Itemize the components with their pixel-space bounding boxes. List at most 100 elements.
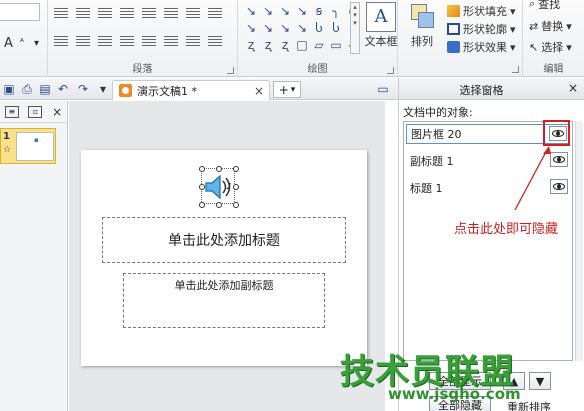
select-arrow-icon: ↖	[529, 40, 539, 54]
resize-handle-nw[interactable]	[199, 166, 205, 172]
bullet-list-button[interactable]	[52, 6, 70, 22]
objects-on-slide-label: 文档中的对象:	[403, 106, 473, 119]
shape-option[interactable]: ↘	[243, 20, 259, 37]
grow-font-button[interactable]: A	[4, 36, 13, 51]
customize-quick-access-icon[interactable]: ▾	[96, 82, 110, 96]
shape-option[interactable]: ↘	[294, 20, 310, 37]
shape-option[interactable]: ↘	[294, 3, 310, 20]
slide-thumbnail-1[interactable]: 1 ☆ ▪	[0, 128, 56, 164]
shape-option[interactable]: ▱	[311, 37, 327, 54]
distribute-button[interactable]	[140, 34, 158, 50]
textbox-button[interactable]: A 文本框	[364, 0, 398, 49]
align-left-button[interactable]	[52, 34, 70, 50]
slide-number: 1	[3, 131, 10, 142]
shape-effect-label: 形状效果	[463, 41, 507, 54]
shrink-font-button[interactable]: ᴬ	[20, 38, 24, 48]
shape-outline-button[interactable]: 形状轮廓 ▾	[447, 21, 516, 37]
text-direction-button[interactable]	[162, 6, 180, 22]
title-placeholder[interactable]: 单击此处添加标题	[102, 217, 346, 263]
font-size-combo[interactable]	[0, 3, 40, 21]
restore-window-icon[interactable]: ▭	[376, 82, 390, 96]
plus-icon: +	[278, 82, 289, 97]
replace-icon: ⇄	[529, 19, 539, 33]
undo-icon[interactable]: ↶	[56, 82, 70, 96]
shape-option[interactable]: □	[294, 37, 310, 54]
shape-fill-button[interactable]: 形状填充 ▾	[447, 3, 516, 19]
select-label: 选择	[541, 41, 564, 54]
selection-pane-title: 选择窗格	[459, 84, 504, 97]
document-tab-close-icon[interactable]: ×	[254, 84, 264, 98]
slide-thumbnail-preview: ▪	[16, 132, 54, 161]
shape-option[interactable]: ʐ	[243, 37, 259, 54]
redo-icon[interactable]: ↷	[76, 82, 90, 96]
paragraph-settings-icon	[208, 8, 222, 20]
columns-button[interactable]	[184, 6, 202, 22]
shape-option[interactable]: ▭	[328, 37, 344, 54]
slide-panel-close-icon[interactable]: ×	[52, 105, 62, 119]
replace-button[interactable]: ⇄ 替换 ▾	[529, 18, 572, 34]
resize-handle-se[interactable]	[233, 202, 239, 208]
numbered-list-icon	[76, 8, 90, 20]
find-label: 查找	[538, 0, 561, 11]
drawing-group-label: 绘图	[307, 64, 328, 75]
slides-tab-icon[interactable]: ▫	[28, 105, 43, 118]
font-color-dropdown-icon[interactable]: ▾	[34, 38, 39, 49]
vertical-align-button[interactable]	[162, 34, 180, 50]
save-icon[interactable]: ▣	[2, 82, 16, 96]
print-preview-icon[interactable]: ▤	[38, 82, 52, 96]
shape-option[interactable]: ╮	[328, 3, 344, 20]
svg-text:♪: ♪	[226, 182, 232, 192]
select-dropdown-icon: ▾	[566, 40, 572, 54]
shape-gallery-scroll[interactable]: ▴ ▾ ▾	[350, 2, 360, 54]
increase-indent-icon	[120, 8, 134, 20]
arrange-button[interactable]: 排列	[404, 0, 440, 49]
smartart-convert-button[interactable]	[184, 34, 202, 50]
align-center-button[interactable]	[74, 34, 92, 50]
slide[interactable]: ♪ 单击此处添加标题 单击此处添加副标题	[81, 150, 367, 366]
shape-option[interactable]: ↘	[277, 3, 293, 20]
outline-tab-icon[interactable]: ≡	[4, 105, 19, 118]
shape-option[interactable]: ↘	[260, 3, 276, 20]
resize-handle-sw[interactable]	[199, 202, 205, 208]
document-tab[interactable]: 演示文稿1 * ×	[112, 80, 270, 100]
shape-option[interactable]: ʐ	[277, 37, 293, 54]
resize-handle-ne[interactable]	[233, 166, 239, 172]
print-icon[interactable]: ⎙	[20, 82, 34, 96]
audio-object-selection[interactable]: ♪	[199, 166, 239, 208]
drawing-dialog-launcher[interactable]	[387, 67, 394, 74]
line-spacing-button[interactable]	[140, 6, 158, 22]
shape-option[interactable]: ↘	[260, 20, 276, 37]
resize-handle-n[interactable]	[216, 166, 222, 172]
shape-option[interactable]: Ⴑ	[328, 20, 344, 37]
subtitle-placeholder[interactable]: 单击此处添加副标题	[123, 273, 325, 328]
resize-handle-e[interactable]	[233, 184, 239, 190]
move-down-button[interactable]: ▼	[529, 372, 551, 390]
justify-icon	[120, 36, 134, 48]
find-button[interactable]: ⌕ 查找	[529, 0, 560, 12]
replace-dropdown-icon: ▾	[566, 19, 572, 33]
numbered-list-button[interactable]	[74, 6, 92, 22]
presentation-doc-icon	[119, 84, 132, 97]
shape-effect-button[interactable]: 形状效果 ▾	[447, 39, 516, 55]
shape-option[interactable]: Ⴑ	[311, 20, 327, 37]
paint-bucket-icon	[447, 5, 460, 17]
format-dialog-launcher[interactable]	[512, 66, 519, 73]
watermark-url: www.jsgho.com	[388, 385, 521, 403]
shape-option[interactable]: ↘	[277, 20, 293, 37]
align-right-button[interactable]	[96, 34, 114, 50]
select-button[interactable]: ↖ 选择 ▾	[529, 39, 572, 55]
resize-handle-s[interactable]	[216, 202, 222, 208]
resize-handle-w[interactable]	[199, 184, 205, 190]
selection-pane-scrollbar[interactable]	[575, 121, 583, 361]
shape-option[interactable]: ꞩ	[311, 3, 327, 20]
paragraph-dialog-launcher[interactable]	[227, 67, 234, 74]
new-tab-button[interactable]: + ▾	[273, 81, 301, 98]
justify-button[interactable]	[118, 34, 136, 50]
shape-option[interactable]: ʐ	[260, 37, 276, 54]
increase-indent-button[interactable]	[118, 6, 136, 22]
paragraph-settings-button[interactable]	[206, 6, 224, 22]
selection-pane-close-icon[interactable]: ×	[568, 81, 578, 95]
shape-option[interactable]: ↘	[243, 3, 259, 20]
text-columns-button[interactable]	[206, 34, 224, 50]
decrease-indent-button[interactable]	[96, 6, 114, 22]
